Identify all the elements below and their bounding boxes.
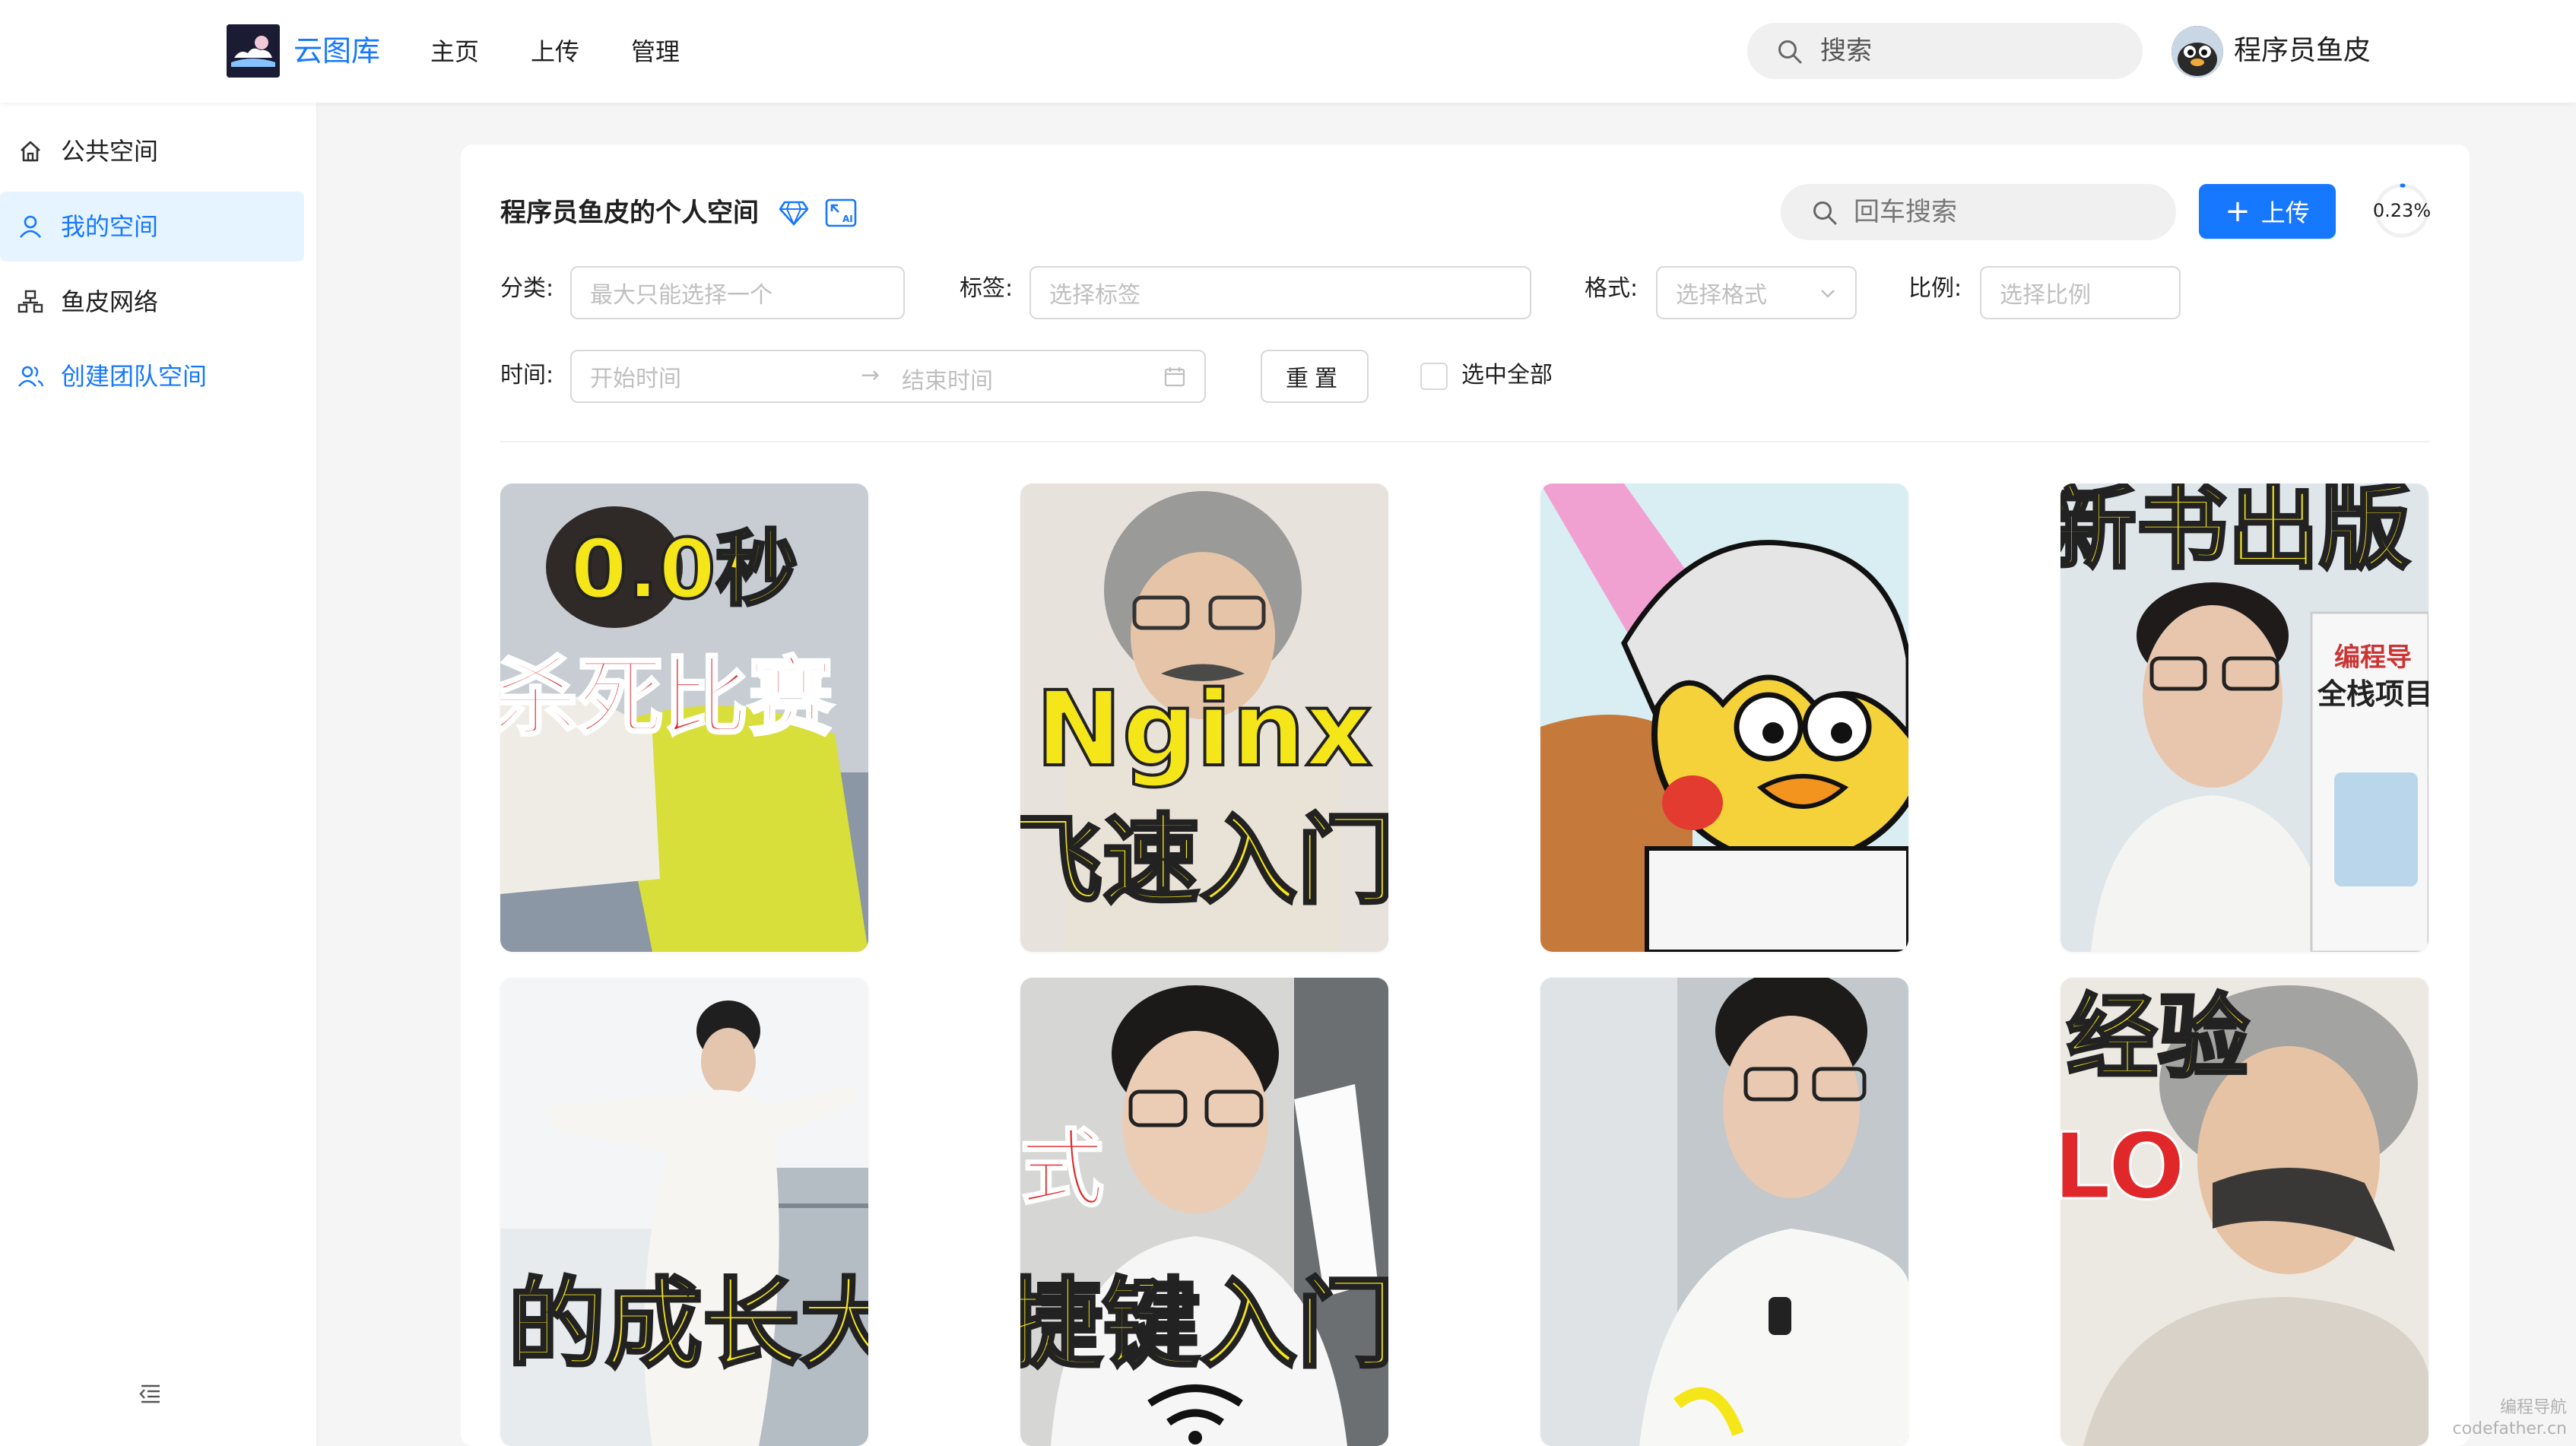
user-icon: [19, 215, 42, 238]
search-icon: [1813, 201, 1837, 225]
plus-icon: +: [2225, 194, 2251, 229]
picture-card[interactable]: 式 捷键入门: [1020, 978, 1388, 1446]
picture-card[interactable]: 编程导 全栈项目 新书出版: [2060, 484, 2428, 952]
picture-caption: 飞速入门: [1020, 804, 1388, 918]
sidebar-item-label: 我的空间: [61, 212, 159, 241]
time-range-picker[interactable]: 开始时间 → 结束时间: [570, 350, 1206, 403]
picture-caption: LO: [2060, 1115, 2185, 1220]
picture-caption: 杀死比赛: [500, 648, 834, 747]
avatar[interactable]: [2172, 26, 2223, 78]
picture-card[interactable]: 0.0秒 杀死比赛: [500, 484, 868, 952]
select-all-label[interactable]: 选中全部: [1461, 359, 1553, 392]
format-select[interactable]: 选择格式: [1656, 266, 1857, 319]
category-select[interactable]: 最大只能选择一个: [570, 266, 905, 319]
chevron-down-icon: [1821, 290, 1835, 298]
logo-image[interactable]: [227, 24, 280, 78]
sidebar-item-label: 创建团队空间: [61, 362, 208, 391]
nav-home[interactable]: 主页: [430, 33, 479, 70]
picture-thumbnail: [1540, 978, 1908, 1446]
sidebar-item-label: 公共空间: [61, 137, 159, 166]
team-add-icon: [17, 366, 44, 387]
watermark-line: 编程导航: [2499, 1398, 2567, 1417]
format-select-placeholder: 选择格式: [1676, 282, 1767, 309]
sidebar-item-label: 鱼皮网络: [61, 287, 159, 316]
picture-card[interactable]: 的成长大: [500, 978, 868, 1446]
arrow-right-icon: →: [861, 362, 880, 388]
usage-percent: 0.23%: [2372, 200, 2432, 221]
picture-card[interactable]: [1540, 978, 1908, 1446]
picture-thumbnail: 编程导 全栈项目 新书出版: [2060, 484, 2428, 952]
picture-card[interactable]: [1540, 484, 1908, 952]
picture-thumbnail: 经验 LO: [2060, 978, 2428, 1446]
svg-text:编程导: 编程导: [2334, 642, 2412, 673]
space-title: 程序员鱼皮的个人空间: [500, 198, 759, 228]
space-search[interactable]: [1781, 184, 2176, 240]
menu-fold-icon[interactable]: [137, 1380, 164, 1407]
space-search-input[interactable]: [1854, 192, 2158, 233]
sidebar-item-my-space[interactable]: 我的空间: [0, 192, 304, 262]
calendar-icon: [1164, 367, 1185, 387]
space-card: 程序员鱼皮的个人空间 AI + 上传 0.23% 分类: 最大只能选择一个 标签…: [461, 144, 2470, 1446]
reset-button[interactable]: 重置: [1261, 350, 1369, 403]
sidebar-item-team-space[interactable]: 鱼皮网络: [0, 267, 304, 337]
svg-text:AI: AI: [842, 214, 853, 224]
team-icon: [17, 290, 43, 313]
picture-card[interactable]: 经验 LO: [2060, 978, 2428, 1446]
tag-select[interactable]: 选择标签: [1029, 266, 1531, 319]
home-icon: [21, 141, 40, 162]
upload-button[interactable]: + 上传: [2199, 184, 2336, 239]
logo-text[interactable]: 云图库: [293, 29, 380, 73]
watermark: 编程导航 codefather.cn: [2453, 1397, 2567, 1440]
picture-caption: 新书出版: [2060, 484, 2410, 582]
picture-thumbnail: [1540, 484, 1908, 952]
picture-caption: 捷键入门: [1020, 1268, 1388, 1381]
picture-caption: 式: [1020, 1121, 1104, 1218]
ai-expand-icon[interactable]: AI: [824, 198, 858, 228]
time-label: 时间:: [500, 362, 554, 388]
sidebar-item-create-team-space[interactable]: 创建团队空间: [0, 341, 304, 411]
picture-thumbnail: 0.0秒 杀死比赛: [500, 484, 868, 952]
category-label: 分类:: [500, 275, 554, 302]
sidebar: 公共空间 我的空间 鱼皮网络 创建团队空间: [0, 103, 318, 1446]
picture-thumbnail: 的成长大: [500, 978, 868, 1446]
nav-upload[interactable]: 上传: [531, 33, 579, 70]
picture-caption: 0.0秒: [570, 522, 798, 617]
diamond-icon: [779, 201, 809, 227]
divider: [500, 441, 2430, 442]
format-label: 格式:: [1585, 275, 1639, 302]
svg-text:全栈项目: 全栈项目: [2317, 677, 2428, 711]
time-end-placeholder: 结束时间: [902, 368, 993, 395]
picture-thumbnail: Nginx 飞速入门: [1020, 484, 1388, 952]
search-icon: [1778, 40, 1802, 64]
header-search-input[interactable]: [1820, 30, 2124, 71]
sidebar-item-public-space[interactable]: 公共空间: [0, 116, 304, 186]
watermark-line: codefather.cn: [2452, 1419, 2567, 1438]
picture-caption: 的成长大: [508, 1268, 868, 1381]
ratio-label: 比例:: [1908, 275, 1962, 302]
picture-card[interactable]: Nginx 飞速入门: [1020, 484, 1388, 952]
select-all-checkbox[interactable]: [1420, 363, 1448, 390]
picture-thumbnail: 式 捷键入门: [1020, 978, 1388, 1446]
upload-button-label: 上传: [2260, 198, 2310, 227]
top-header: 云图库 主页 上传 管理 程序员鱼皮: [0, 0, 2576, 103]
nav-manage[interactable]: 管理: [631, 33, 680, 70]
picture-caption: 经验: [2067, 985, 2249, 1091]
tag-label: 标签:: [960, 275, 1014, 302]
header-search[interactable]: [1747, 23, 2143, 79]
picture-caption: Nginx: [1036, 670, 1372, 790]
user-name[interactable]: 程序员鱼皮: [2234, 32, 2371, 70]
ratio-select[interactable]: 选择比例: [1980, 266, 2181, 319]
time-start-placeholder: 开始时间: [590, 366, 681, 392]
